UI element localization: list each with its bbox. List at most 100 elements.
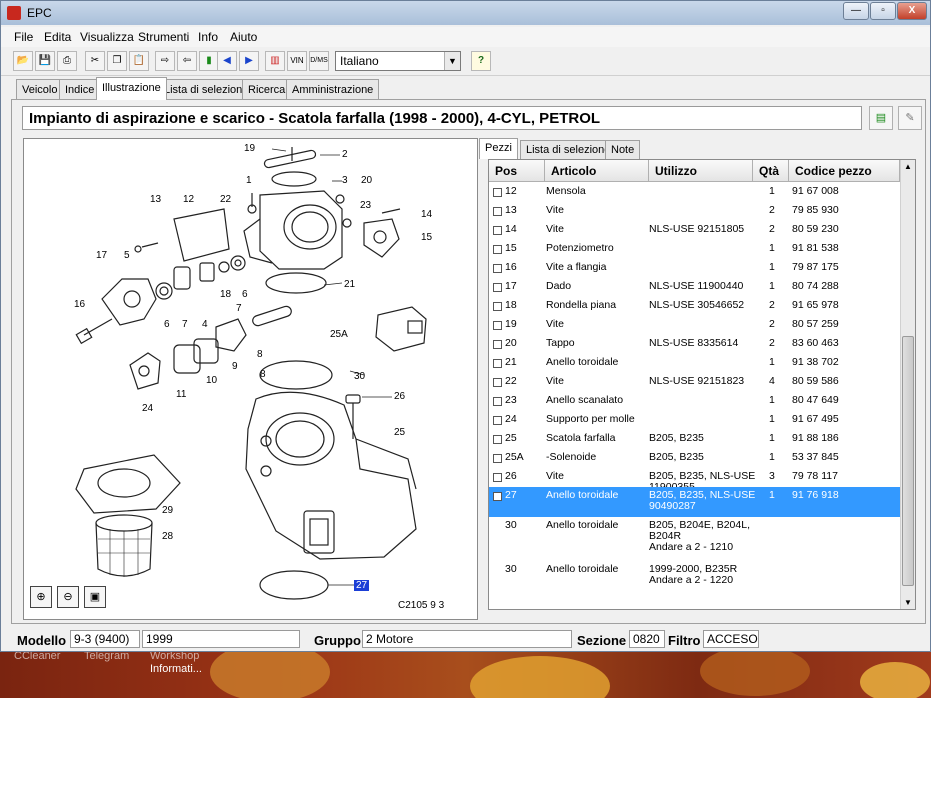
callout-16[interactable]: 16 [74,299,85,310]
row-checkbox[interactable] [493,340,502,349]
table-row[interactable]: 25A -Solenoide B205, B235 1 53 37 845 [489,449,900,468]
row-checkbox[interactable] [493,302,502,311]
row-checkbox[interactable] [493,473,502,482]
tab-lista-di-selezione[interactable]: Lista di selezione [158,79,255,99]
tab-illustrazione[interactable]: Illustrazione [96,77,167,100]
scroll-thumb[interactable] [902,336,914,586]
title-bar[interactable]: EPC — ▫ X [1,1,930,25]
callout-6a[interactable]: 6 [242,289,248,300]
table-row[interactable]: 23 Anello scanalato 1 80 47 649 [489,392,900,411]
callout-17[interactable]: 17 [96,250,107,261]
callout-22[interactable]: 22 [220,194,231,205]
callout-6b[interactable]: 6 [164,319,170,330]
zoom-in-icon[interactable]: ⊕ [30,586,52,608]
callout-3[interactable]: 3 [342,175,348,186]
desktop-icon-telegram[interactable]: Telegram [84,652,129,662]
callout-2[interactable]: 2 [342,149,348,160]
col-pos[interactable]: Pos [489,160,545,182]
menu-strumenti[interactable]: Strumenti [138,30,189,44]
parts-illustration[interactable]: 19 2 1 3 20 13 12 22 23 14 15 17 5 6 8 7… [23,138,478,620]
tab-amministrazione[interactable]: Amministrazione [286,79,380,99]
row-checkbox[interactable] [493,226,502,235]
callout-25a[interactable]: 25A [330,329,348,340]
desktop-icon-workshop[interactable]: Workshop [150,652,199,662]
table-row[interactable]: 30 Anello toroidale B205, B204E, B204L, B20… [489,517,900,561]
row-checkbox[interactable] [493,207,502,216]
callout-25[interactable]: 25 [394,427,405,438]
table-row[interactable]: 26ViteB205, B235, NLS-USE11900355379 78 … [489,468,900,493]
callout-5[interactable]: 5 [124,250,130,261]
callout-7b[interactable]: 7 [236,303,242,314]
table-row[interactable]: 13 Vite 2 79 85 930 [489,202,900,221]
scroll-down-icon[interactable]: ▼ [904,598,912,607]
chart-icon[interactable]: ▥ [265,51,285,71]
row-checkbox[interactable] [493,264,502,273]
tab-note[interactable]: Note [605,140,641,159]
menu-visualizza[interactable]: Visualizza [80,30,134,44]
row-checkbox[interactable] [493,321,502,330]
col-articolo[interactable]: Articolo [545,160,649,182]
row-checkbox[interactable] [493,378,502,387]
tab-indice[interactable]: Indice [59,79,101,99]
callout-24[interactable]: 24 [142,403,153,414]
table-row[interactable]: 27 Anello toroidale B205, B235, NLS-USE 904… [489,487,900,517]
desktop-icon-information[interactable]: Informati... [150,663,202,675]
tab-parts-lista[interactable]: Lista di selezione [520,140,617,159]
arrow-left-icon[interactable]: ◀ [217,51,237,71]
save-icon[interactable]: 💾 [35,51,55,71]
callout-11[interactable]: 11 [176,389,186,400]
row-checkbox[interactable] [493,454,502,463]
table-row[interactable]: 17 Dado NLS-USE 11900440 1 80 74 288 [489,278,900,297]
vin-button[interactable]: VIN [287,51,307,71]
callout-15[interactable]: 15 [421,232,432,243]
col-utilizzo[interactable]: Utilizzo [649,160,753,182]
arrow-right-icon[interactable]: ▶ [239,51,259,71]
row-checkbox[interactable] [493,188,502,197]
table-row[interactable]: 24 Supporto per molle 1 91 67 495 [489,411,900,430]
table-row[interactable]: 22 Vite NLS-USE 92151823 4 80 59 586 [489,373,900,392]
cut-icon[interactable]: ✂ [85,51,105,71]
open-folder-icon[interactable]: 📂 [13,51,33,71]
table-row[interactable]: 14 Vite NLS-USE 92151805 2 80 59 230 [489,221,900,240]
row-checkbox[interactable] [493,245,502,254]
dms-button[interactable]: D/MS [309,51,329,71]
menu-aiuto[interactable]: Aiuto [230,30,257,44]
green-marker-icon[interactable]: ▮ [199,51,219,71]
tab-pezzi[interactable]: Pezzi [479,138,518,159]
forward-doc-icon[interactable]: ⇨ [155,51,175,71]
callout-19[interactable]: 19 [244,143,255,154]
table-row[interactable]: 16 Vite a flangia 1 79 87 175 [489,259,900,278]
chevron-down-icon[interactable]: ▼ [444,52,460,70]
tab-ricerca[interactable]: Ricerca [242,79,292,99]
callout-26[interactable]: 26 [394,391,405,402]
print-icon[interactable]: ⎙ [57,51,77,71]
language-select[interactable]: Italiano ▼ [335,51,461,71]
callout-23[interactable]: 23 [360,200,371,211]
col-qta[interactable]: Qtà [753,160,789,182]
callout-12[interactable]: 12 [183,194,194,205]
menu-info[interactable]: Info [198,30,218,44]
row-checkbox[interactable] [493,397,502,406]
callout-10[interactable]: 10 [206,375,217,386]
edit-note-icon[interactable]: ✎ [898,106,922,130]
zoom-out-icon[interactable]: ⊖ [57,586,79,608]
callout-13[interactable]: 13 [150,194,161,205]
table-row[interactable]: 18 Rondella piana NLS-USE 30546652 2 91 65 9… [489,297,900,316]
row-checkbox[interactable] [493,359,502,368]
table-row[interactable]: 21 Anello toroidale 1 91 38 702 [489,354,900,373]
zoom-fit-icon[interactable]: ▣ [84,586,106,608]
help-button[interactable]: ? [471,51,491,71]
close-button[interactable]: X [897,2,927,20]
menu-file[interactable]: File [14,30,33,44]
back-doc-icon[interactable]: ⇦ [177,51,197,71]
callout-30[interactable]: 30 [354,371,365,382]
table-row[interactable]: 15 Potenziometro 1 91 81 538 [489,240,900,259]
col-codice[interactable]: Codice pezzo [789,160,900,182]
table-row[interactable]: 12 Mensola 1 91 67 008 [489,183,900,202]
tab-veicolo[interactable]: Veicolo [16,79,64,99]
callout-18[interactable]: 18 [220,289,231,300]
table-row[interactable]: 30 Anello toroidale 1999-2000, B235R Andare… [489,561,900,593]
maximize-button[interactable]: ▫ [870,2,896,20]
vertical-scrollbar[interactable]: ▲ ▼ [900,160,915,609]
callout-8b[interactable]: 8 [260,369,266,380]
